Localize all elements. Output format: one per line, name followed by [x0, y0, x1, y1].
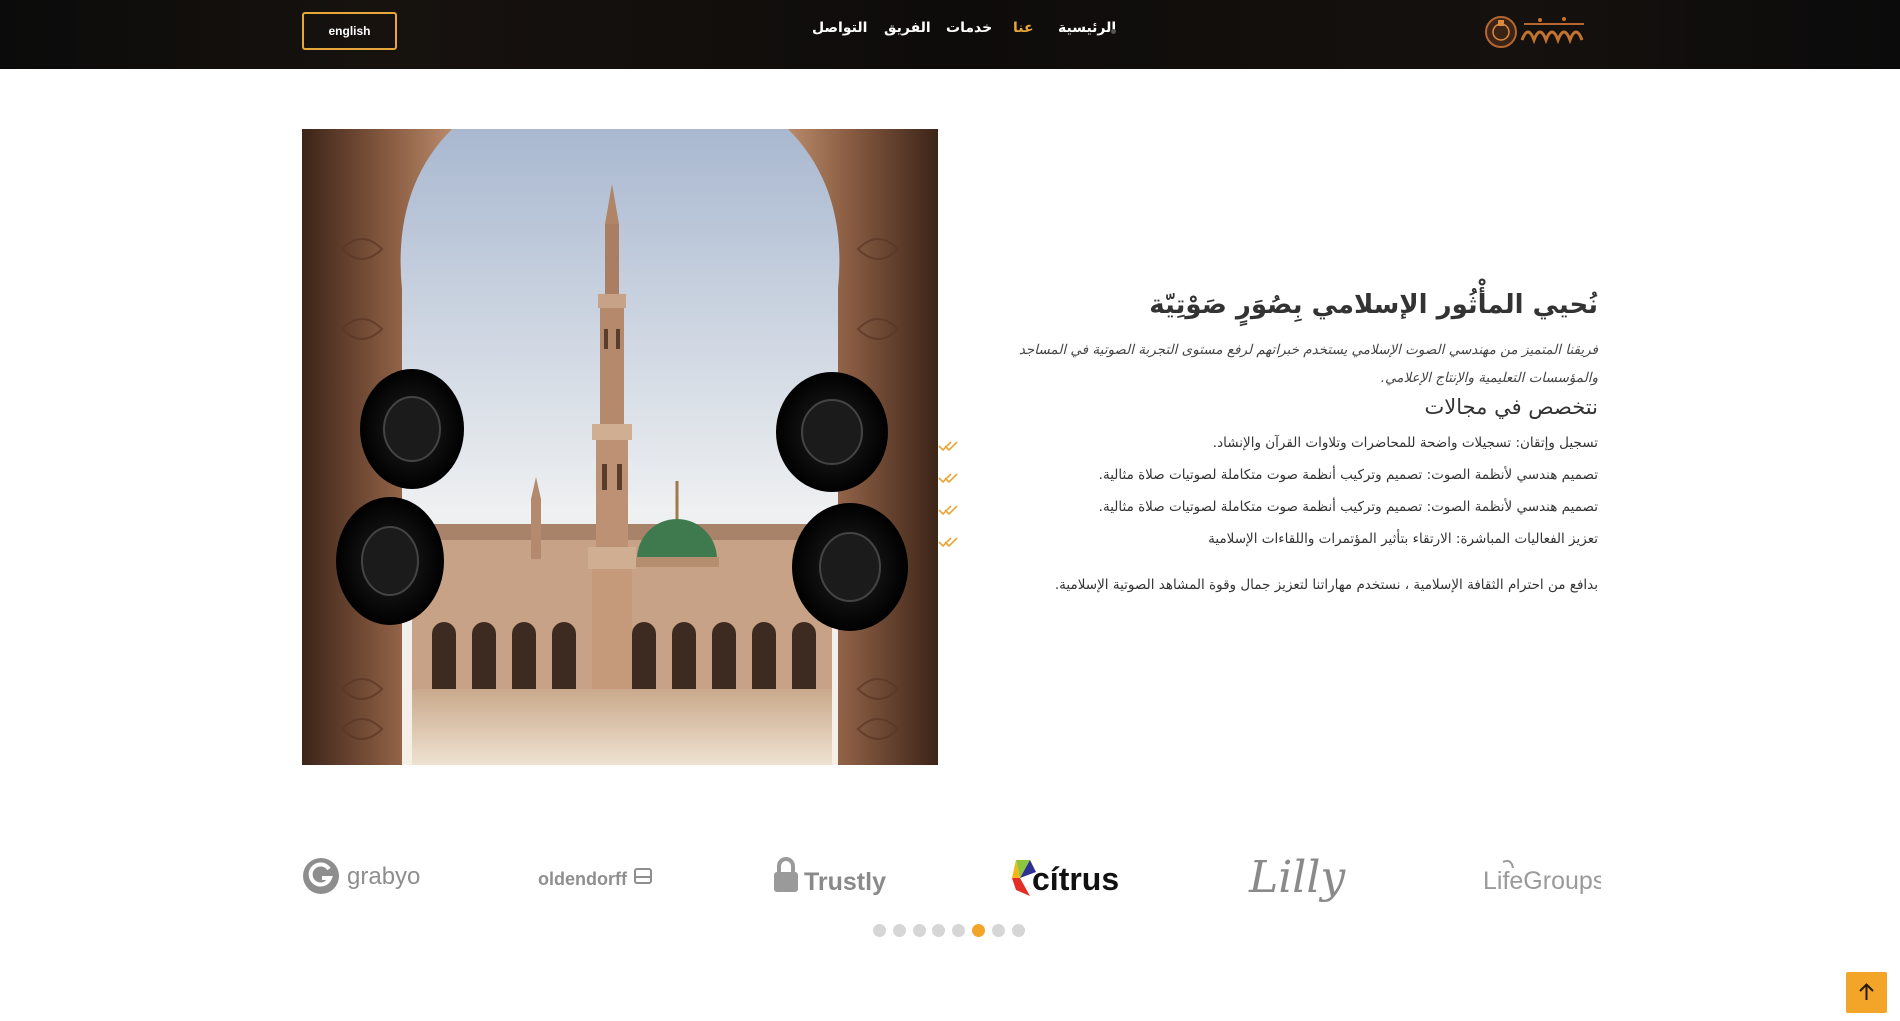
hero-mosque-image: [302, 129, 938, 765]
section-subtitle: نتخصص في مجالات: [1424, 395, 1598, 419]
double-check-icon: [938, 503, 958, 517]
double-check-icon: [938, 471, 958, 485]
section-title: نُحيي المأْثُور الإسلامي بِصُوَرٍ صَوْتِ…: [1149, 290, 1598, 320]
carousel-dot[interactable]: [1012, 924, 1025, 937]
arrow-up-icon: [1859, 983, 1874, 1000]
brand-logo-lilly[interactable]: Lilly: [1245, 842, 1365, 912]
carousel-dot[interactable]: [992, 924, 1005, 937]
feature-text: تعزيز الفعاليات المباشرة: الارتقاء بتأثي…: [1208, 531, 1598, 547]
brand-logo-trustly[interactable]: Trustly: [771, 852, 896, 902]
brand-logo-lifegroups[interactable]: LifeGroups: [1481, 852, 1605, 902]
brand-logo-oldendorff[interactable]: oldendorff: [536, 852, 656, 902]
feature-item: تصميم هندسي لأنظمة الصوت: تصميم وتركيب أ…: [938, 499, 1598, 523]
carousel-dot-active[interactable]: [972, 924, 985, 937]
svg-text:Lilly: Lilly: [1248, 852, 1346, 903]
site-logo[interactable]: [1484, 10, 1596, 54]
double-check-icon: [938, 535, 958, 549]
svg-text:oldendorff: oldendorff: [538, 869, 628, 889]
brand-logo-grabyo[interactable]: grabyo: [302, 852, 422, 902]
carousel-dot[interactable]: [932, 924, 945, 937]
feature-item: تسجيل وإتقان: تسجيلات واضحة للمحاضرات وت…: [938, 435, 1598, 459]
brand-logo-citrus[interactable]: cítrus: [1010, 852, 1130, 902]
feature-text: تسجيل وإتقان: تسجيلات واضحة للمحاضرات وت…: [1212, 435, 1598, 451]
carousel-dot[interactable]: [893, 924, 906, 937]
back-to-top-button[interactable]: [1846, 972, 1887, 1013]
nav-item-services[interactable]: خدمات: [946, 20, 992, 36]
feature-text: تصميم هندسي لأنظمة الصوت: تصميم وتركيب أ…: [1098, 499, 1598, 515]
section-lead: فريقنا المتميز من مهندسي الصوت الإسلامي …: [1018, 342, 1598, 386]
svg-text:Trustly: Trustly: [804, 868, 886, 896]
svg-text:grabyo: grabyo: [347, 863, 420, 890]
feature-item: تعزيز الفعاليات المباشرة: الارتقاء بتأثي…: [938, 531, 1598, 555]
closing-text: بدافع من احترام الثقافة الإسلامية ، نستخ…: [1054, 577, 1598, 593]
site-header: english التواصل الفريق خدمات عنا الرئيسي…: [0, 0, 1900, 69]
feature-item: تصميم هندسي لأنظمة الصوت: تصميم وتركيب أ…: [938, 467, 1598, 491]
nav-item-home[interactable]: الرئيسية: [1058, 20, 1116, 36]
carousel-dot[interactable]: [873, 924, 886, 937]
nav-separator-dot: [1111, 29, 1116, 34]
carousel-dot[interactable]: [913, 924, 926, 937]
nav-item-team[interactable]: الفريق: [884, 20, 931, 36]
svg-text:cítrus: cítrus: [1032, 861, 1119, 897]
nav-item-about[interactable]: عنا: [1013, 20, 1034, 36]
double-check-icon: [938, 439, 958, 453]
svg-text:LifeGroups: LifeGroups: [1483, 867, 1601, 895]
feature-text: تصميم هندسي لأنظمة الصوت: تصميم وتركيب أ…: [1098, 467, 1598, 483]
nav-item-contact[interactable]: التواصل: [812, 20, 867, 36]
main-nav: التواصل الفريق خدمات عنا الرئيسية: [800, 20, 1120, 44]
language-switch-button[interactable]: english: [302, 12, 397, 50]
carousel-dot[interactable]: [952, 924, 965, 937]
